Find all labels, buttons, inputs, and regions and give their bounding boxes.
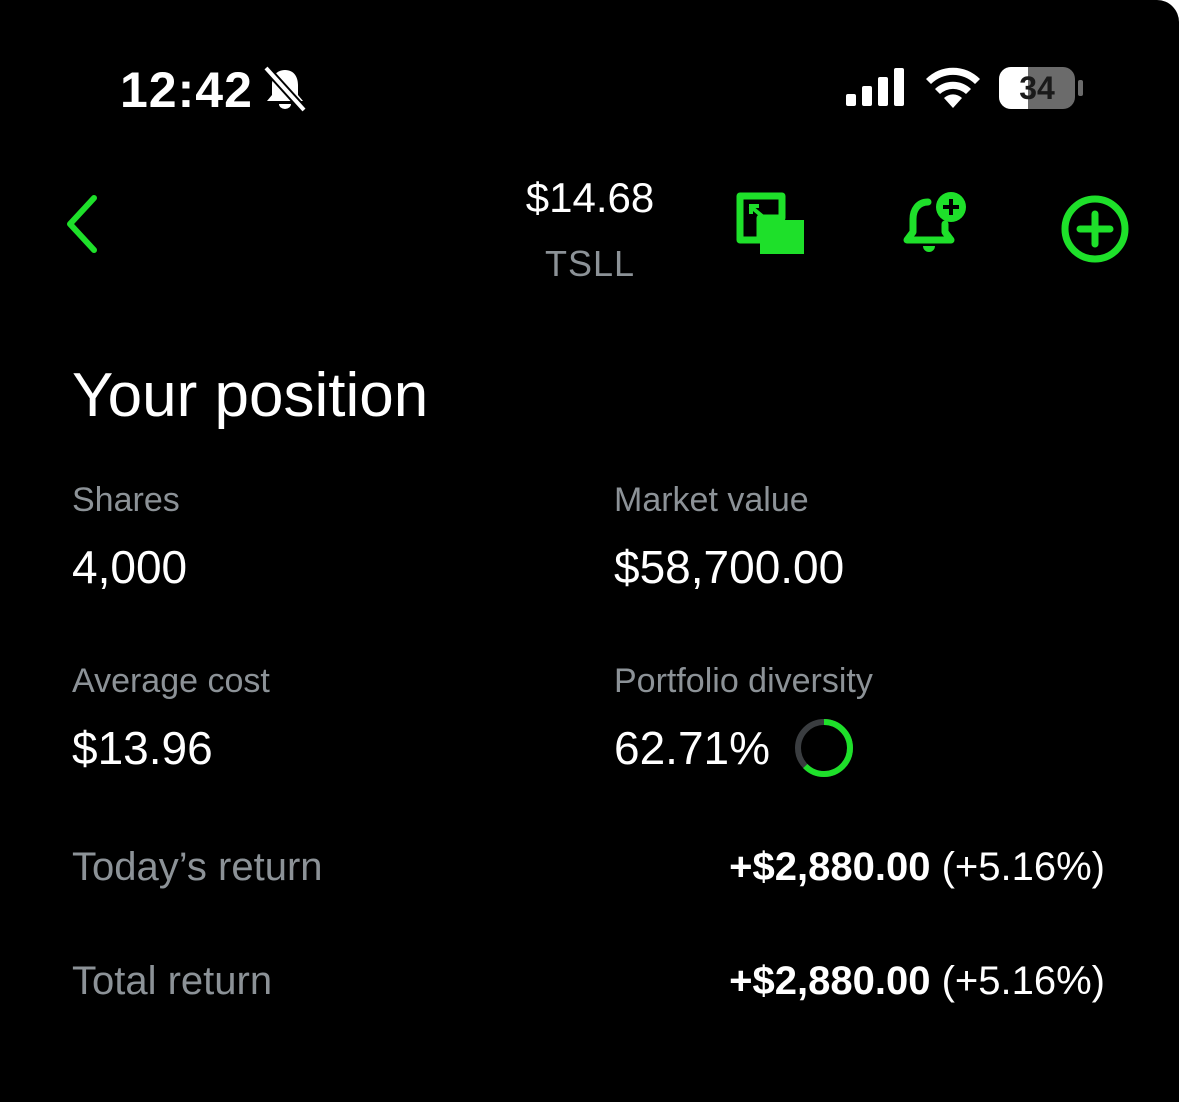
plus-circle-icon[interactable] — [1058, 192, 1132, 266]
todays-return-label: Today’s return — [72, 845, 323, 889]
market-value: $58,700.00 — [614, 541, 845, 593]
average-cost-value: $13.96 — [72, 722, 213, 774]
section-title: Your position — [72, 361, 429, 430]
average-cost-label: Average cost — [72, 662, 270, 700]
picture-in-picture-icon[interactable] — [732, 192, 810, 260]
todays-return-percent: (+5.16%) — [941, 845, 1105, 889]
market-value-label: Market value — [614, 481, 809, 519]
total-return-value: +$2,880.00 (+5.16%) — [729, 957, 1105, 1005]
app-screen: 12:42 34 $14.68 TSLL Your position Share… — [0, 0, 1179, 1102]
status-time: 12:42 — [120, 62, 253, 118]
portfolio-diversity-value: 62.71% — [614, 722, 771, 774]
header-price: $14.68 — [525, 174, 655, 221]
total-return-percent: (+5.16%) — [941, 959, 1105, 1003]
wifi-icon — [926, 67, 980, 108]
bell-slash-icon — [263, 65, 307, 112]
cellular-signal-icon — [846, 68, 904, 106]
total-return-label: Total return — [72, 959, 273, 1003]
todays-return-value: +$2,880.00 (+5.16%) — [729, 843, 1105, 891]
header-ticker: TSLL — [544, 243, 636, 284]
total-return-amount: +$2,880.00 — [729, 959, 931, 1003]
todays-return-amount: +$2,880.00 — [729, 845, 931, 889]
bell-plus-icon[interactable] — [898, 190, 972, 262]
back-button[interactable] — [56, 188, 112, 260]
battery-level: 34 — [1019, 70, 1055, 106]
portfolio-diversity-label: Portfolio diversity — [614, 662, 873, 700]
diversity-donut-chart — [795, 719, 853, 777]
shares-value: 4,000 — [72, 541, 188, 593]
shares-label: Shares — [72, 481, 180, 519]
